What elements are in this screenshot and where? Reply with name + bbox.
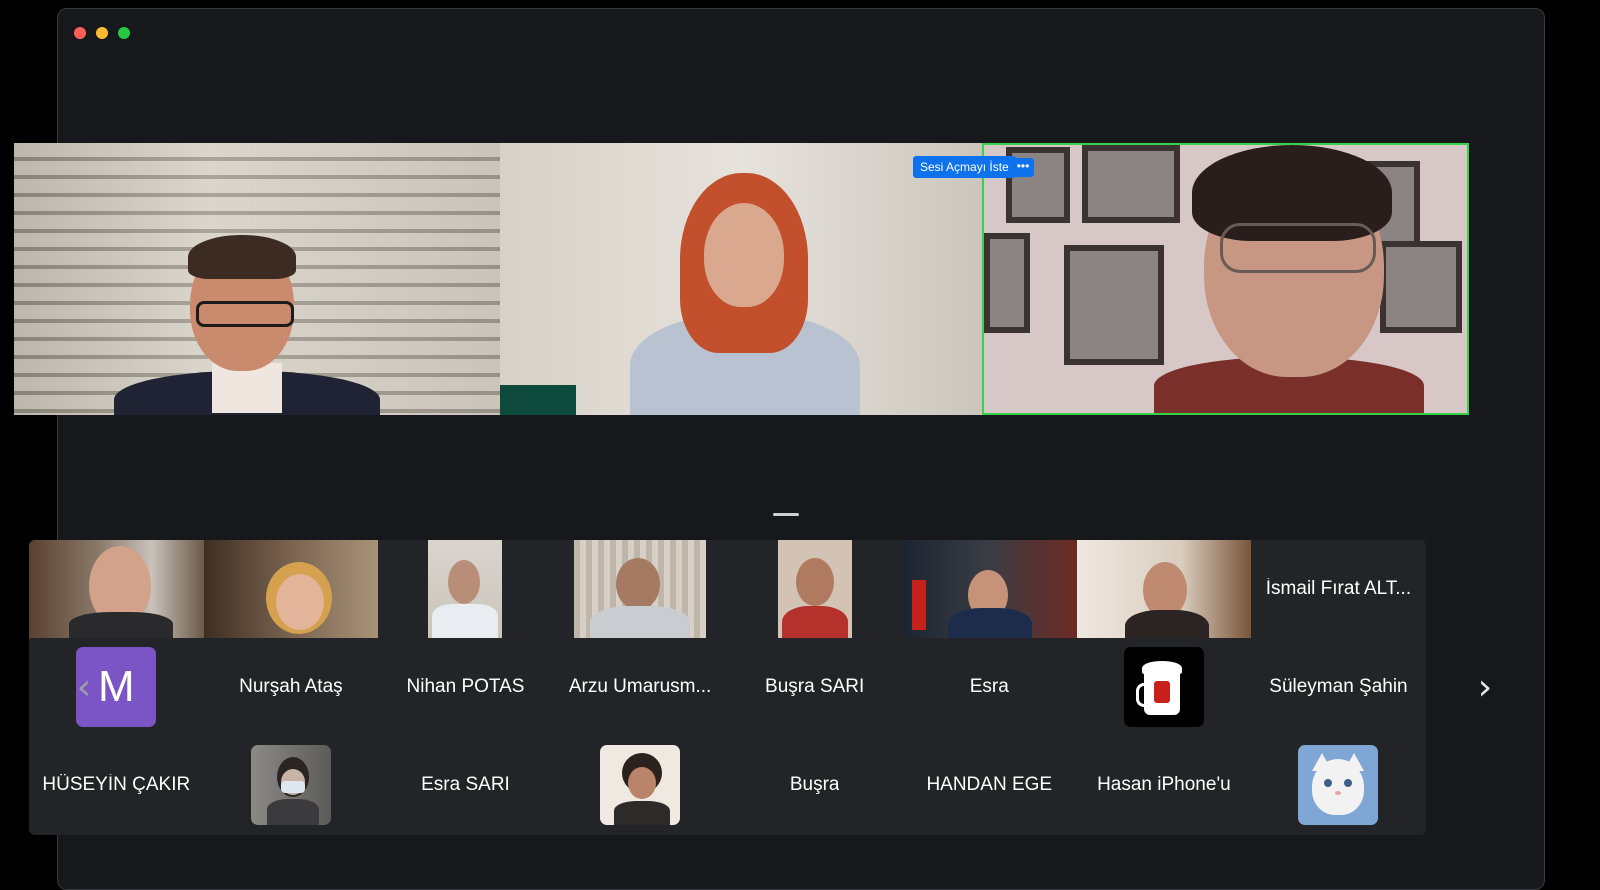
participant-tile[interactable]: Esra SARI (378, 736, 553, 834)
gallery-view: İsmail Fırat ALT... M Nurşah Ataş Nihan … (29, 540, 1426, 835)
participant-tile[interactable]: Süleyman Şahin (1251, 638, 1426, 736)
participant-tile[interactable] (553, 540, 728, 638)
more-options-button[interactable]: ••• (1012, 158, 1034, 177)
participant-avatar-photo (600, 745, 681, 825)
participant-video-thumbnail (203, 540, 379, 638)
close-window-button[interactable] (74, 27, 86, 39)
participant-video-thumbnail (574, 540, 707, 638)
participant-tile[interactable] (203, 540, 379, 638)
mug-icon (1123, 647, 1204, 727)
participant-tile[interactable]: HÜSEYİN ÇAKIR (29, 736, 204, 834)
participant-tile[interactable]: Buşra (727, 736, 902, 834)
participant-tile[interactable] (727, 540, 902, 638)
participant-name: Nihan POTAS (406, 676, 525, 697)
speaker-video-tile[interactable] (500, 143, 982, 415)
participant-video-thumbnail (428, 540, 503, 638)
participant-avatar-photo (250, 745, 331, 825)
participant-tile[interactable]: M (29, 638, 204, 736)
participant-name: Arzu Umarusm... (568, 676, 712, 697)
minimize-window-button[interactable] (96, 27, 108, 39)
participant-tile[interactable]: Nurşah Ataş (204, 638, 379, 736)
ask-to-unmute-button[interactable]: Sesi Açmayı İste (913, 156, 1016, 178)
participant-name: Buşra (789, 774, 840, 795)
participant-tile[interactable] (553, 736, 728, 834)
participant-video-thumbnail (777, 540, 852, 638)
participant-name: Esra (969, 676, 1009, 697)
speaker-strip (14, 143, 1469, 415)
cat-icon (1298, 745, 1379, 825)
participant-name: Süleyman Şahin (1269, 676, 1408, 697)
participant-video-thumbnail (1076, 540, 1252, 638)
participant-tile[interactable]: HANDAN EGE (902, 736, 1077, 834)
participant-tile[interactable] (378, 540, 553, 638)
next-page-arrow[interactable]: › (1473, 668, 1497, 708)
participant-tile[interactable]: Buşra SARI (727, 638, 902, 736)
participant-name: Hasan iPhone'u (1097, 774, 1231, 795)
participant-tile[interactable]: Hasan iPhone'u (1077, 736, 1252, 834)
view-resize-handle[interactable] (773, 513, 799, 516)
participant-name: HÜSEYİN ÇAKIR (42, 774, 191, 795)
participant-tile[interactable] (1251, 736, 1426, 834)
participant-name: HANDAN EGE (926, 774, 1053, 795)
participant-tile[interactable]: Arzu Umarusm... (553, 638, 728, 736)
participant-tile[interactable]: İsmail Fırat ALT... (1251, 540, 1426, 638)
participant-tile[interactable] (1076, 540, 1252, 638)
participant-tile[interactable]: Esra (902, 638, 1077, 736)
previous-page-arrow[interactable]: ‹ (72, 668, 96, 708)
participant-video-thumbnail (901, 540, 1077, 638)
participant-tile[interactable]: Nihan POTAS (378, 638, 553, 736)
speaker-video-tile[interactable] (14, 143, 500, 415)
participant-tile[interactable] (1077, 638, 1252, 736)
participant-name: Buşra SARI (765, 676, 865, 697)
participant-tile[interactable] (29, 540, 204, 638)
participant-tile[interactable] (204, 736, 379, 834)
participant-video-thumbnail (29, 540, 204, 638)
participant-tile[interactable] (901, 540, 1077, 638)
zoom-window-button[interactable] (118, 27, 130, 39)
participant-name: Nurşah Ataş (239, 676, 343, 697)
participant-name: Esra SARI (421, 774, 510, 795)
participant-name: İsmail Fırat ALT... (1265, 578, 1412, 599)
active-speaker-video-tile[interactable] (982, 143, 1469, 415)
